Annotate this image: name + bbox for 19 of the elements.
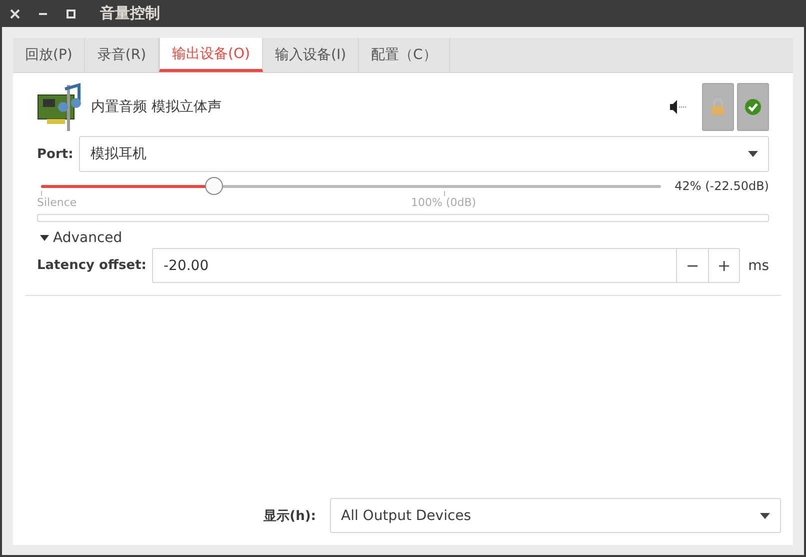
- tab[interactable]: 输出设备(O): [159, 38, 263, 72]
- tab[interactable]: 回放(P): [13, 38, 86, 72]
- advanced-expander[interactable]: Advanced: [40, 230, 769, 246]
- show-label: 显示(h):: [264, 508, 316, 524]
- tab[interactable]: 输入设备(I): [262, 38, 360, 72]
- port-dropdown[interactable]: 模拟耳机: [79, 136, 769, 172]
- device-name: 内置音频 模拟立体声: [91, 98, 222, 116]
- latency-field[interactable]: -20.00: [152, 248, 676, 283]
- unit-label: ms: [748, 258, 769, 274]
- device-filter-dropdown[interactable]: All Output Devices: [330, 498, 781, 533]
- decrement-button[interactable]: −: [676, 248, 708, 283]
- scale-label: Silence: [37, 196, 77, 209]
- port-label: Port:: [37, 146, 74, 162]
- volume-reading: 42% (-22.50dB): [674, 179, 769, 193]
- scale-label: 100% (0dB): [411, 196, 476, 209]
- window-title: 音量控制: [100, 4, 160, 23]
- latency-label: Latency offset:: [37, 258, 146, 273]
- increment-button[interactable]: +: [708, 248, 740, 283]
- tab[interactable]: 配置（C）: [359, 38, 450, 72]
